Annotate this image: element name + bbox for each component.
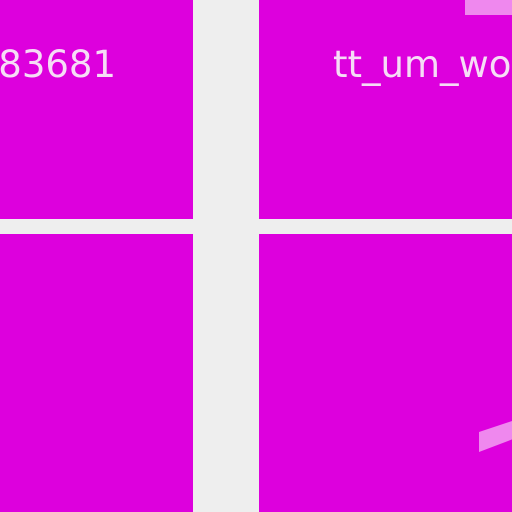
tile-top-right[interactable]: tt_um_wok bbox=[259, 0, 512, 219]
tile-grid: 583681 tt_um_wok bbox=[0, 0, 512, 512]
tile-bottom-right[interactable] bbox=[259, 234, 512, 512]
accent-bar-top bbox=[465, 0, 512, 15]
accent-stripe-diagonal bbox=[479, 421, 512, 452]
tile-top-left[interactable]: 583681 bbox=[0, 0, 193, 219]
tile-bottom-left[interactable] bbox=[0, 234, 193, 512]
tile-label: 583681 bbox=[0, 43, 116, 86]
tile-label: tt_um_wok bbox=[333, 43, 512, 86]
